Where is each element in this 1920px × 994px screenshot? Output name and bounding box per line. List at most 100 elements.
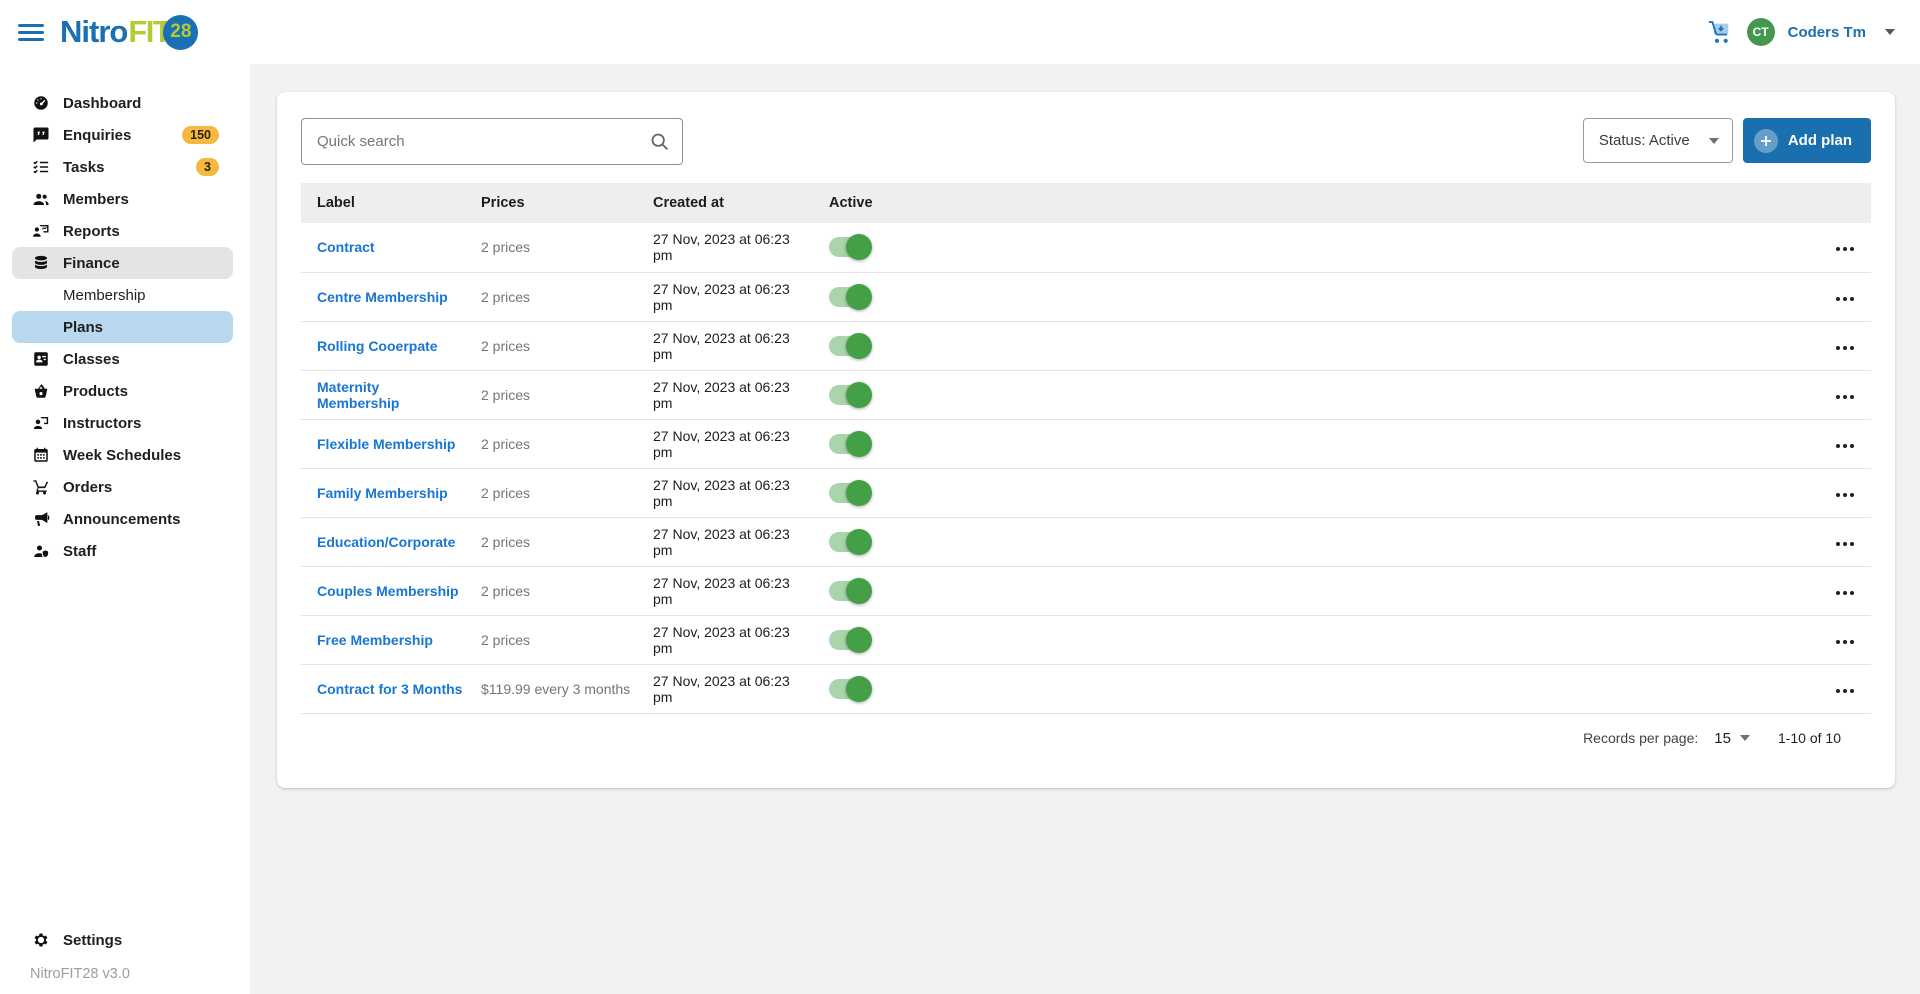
sidebar-item-plans[interactable]: Plans — [12, 311, 233, 343]
row-actions-menu-icon[interactable] — [1833, 481, 1857, 505]
members-icon — [32, 190, 50, 208]
sidebar-item-tasks[interactable]: Tasks 3 — [12, 151, 233, 183]
app-version: NitroFIT28 v3.0 — [0, 956, 250, 984]
table-row: Education/Corporate 2 prices 27 Nov, 202… — [301, 517, 1871, 566]
menu-icon[interactable] — [18, 19, 44, 45]
sidebar-item-label: Reports — [63, 223, 120, 240]
plan-created-at: 27 Nov, 2023 at 06:23 pm — [653, 575, 790, 607]
plan-link[interactable]: Maternity Membership — [317, 379, 399, 411]
status-filter-value: Status: Active — [1599, 132, 1690, 149]
row-actions-menu-icon[interactable] — [1833, 285, 1857, 309]
sidebar-item-finance[interactable]: Finance — [12, 247, 233, 279]
sidebar-item-week-schedules[interactable]: Week Schedules — [12, 439, 233, 471]
column-header-label: Label — [301, 183, 465, 223]
pagination-range: 1-10 of 10 — [1778, 730, 1841, 746]
plan-link[interactable]: Couples Membership — [317, 583, 459, 599]
active-toggle[interactable] — [829, 284, 872, 310]
row-actions-menu-icon[interactable] — [1833, 677, 1857, 701]
row-actions-menu-icon[interactable] — [1833, 235, 1857, 259]
row-actions-menu-icon[interactable] — [1833, 334, 1857, 358]
active-toggle[interactable] — [829, 529, 872, 555]
dashboard-icon — [32, 94, 50, 112]
row-actions-menu-icon[interactable] — [1833, 530, 1857, 554]
active-toggle[interactable] — [829, 627, 872, 653]
plan-prices: 2 prices — [481, 436, 530, 452]
plan-link[interactable]: Contract for 3 Months — [317, 681, 462, 697]
tasks-count-badge: 3 — [196, 158, 219, 177]
chevron-down-icon — [1740, 735, 1750, 741]
sidebar-item-orders[interactable]: Orders — [12, 471, 233, 503]
sidebar-item-announcements[interactable]: Announcements — [12, 503, 233, 535]
plan-created-at: 27 Nov, 2023 at 06:23 pm — [653, 330, 790, 362]
app-logo: NitroFIT28 — [60, 14, 198, 50]
gear-icon — [32, 931, 50, 949]
classes-icon — [32, 350, 50, 368]
cart-download-icon[interactable] — [1707, 19, 1734, 46]
table-row: Rolling Cooerpate 2 prices 27 Nov, 2023 … — [301, 321, 1871, 370]
sidebar-item-reports[interactable]: Reports — [12, 215, 233, 247]
plan-link[interactable]: Flexible Membership — [317, 436, 455, 452]
user-name[interactable]: Coders Tm — [1788, 24, 1866, 41]
table-header-row: Label Prices Created at Active — [301, 183, 1871, 223]
row-actions-menu-icon[interactable] — [1833, 628, 1857, 652]
logo-nitro: Nitro — [60, 14, 127, 50]
active-toggle[interactable] — [829, 676, 872, 702]
plan-prices: 2 prices — [481, 632, 530, 648]
active-toggle[interactable] — [829, 234, 872, 260]
sidebar-item-dashboard[interactable]: Dashboard — [12, 87, 233, 119]
sidebar-item-label: Dashboard — [63, 95, 141, 112]
chevron-down-icon — [1709, 138, 1719, 144]
table-row: Family Membership 2 prices 27 Nov, 2023 … — [301, 468, 1871, 517]
active-toggle[interactable] — [829, 333, 872, 359]
row-actions-menu-icon[interactable] — [1833, 432, 1857, 456]
sidebar-item-label: Products — [63, 383, 128, 400]
plus-icon — [1754, 129, 1778, 153]
sidebar-item-instructors[interactable]: Instructors — [12, 407, 233, 439]
plan-prices: 2 prices — [481, 289, 530, 305]
status-filter-select[interactable]: Status: Active — [1583, 118, 1733, 163]
sidebar-item-classes[interactable]: Classes — [12, 343, 233, 375]
sidebar-item-products[interactable]: Products — [12, 375, 233, 407]
sidebar: Dashboard Enquiries 150 Tasks 3 Members … — [0, 64, 250, 994]
sidebar-item-settings[interactable]: Settings — [12, 924, 233, 956]
plan-prices: $119.99 every 3 months — [481, 681, 630, 697]
active-toggle[interactable] — [829, 431, 872, 457]
plan-link[interactable]: Centre Membership — [317, 289, 448, 305]
sidebar-item-staff[interactable]: Staff — [12, 535, 233, 567]
plan-link[interactable]: Education/Corporate — [317, 534, 455, 550]
plan-link[interactable]: Free Membership — [317, 632, 433, 648]
user-menu-chevron-down-icon[interactable] — [1885, 29, 1895, 35]
sidebar-item-members[interactable]: Members — [12, 183, 233, 215]
chat-icon — [32, 126, 50, 144]
user-avatar[interactable]: CT — [1747, 18, 1775, 46]
plan-created-at: 27 Nov, 2023 at 06:23 pm — [653, 526, 790, 558]
plan-prices: 2 prices — [481, 534, 530, 550]
records-per-page-select[interactable]: 15 — [1714, 730, 1750, 747]
row-actions-menu-icon[interactable] — [1833, 579, 1857, 603]
enquiries-count-badge: 150 — [182, 126, 219, 145]
plans-table: Label Prices Created at Active Contract … — [301, 183, 1871, 714]
plan-prices: 2 prices — [481, 338, 530, 354]
add-plan-button[interactable]: Add plan — [1743, 118, 1871, 163]
sidebar-item-label: Orders — [63, 479, 112, 496]
sidebar-item-label: Tasks — [63, 159, 104, 176]
plan-link[interactable]: Contract — [317, 239, 375, 255]
plan-link[interactable]: Family Membership — [317, 485, 448, 501]
sidebar-item-label: Finance — [63, 255, 120, 272]
main-content: Status: Active Add plan Label Prices Cre — [250, 64, 1920, 994]
active-toggle[interactable] — [829, 382, 872, 408]
row-actions-menu-icon[interactable] — [1833, 383, 1857, 407]
table-row: Free Membership 2 prices 27 Nov, 2023 at… — [301, 615, 1871, 664]
active-toggle[interactable] — [829, 578, 872, 604]
active-toggle[interactable] — [829, 480, 872, 506]
finance-coins-icon — [32, 254, 50, 272]
sidebar-item-membership[interactable]: Membership — [12, 279, 233, 311]
search-input[interactable] — [301, 118, 683, 165]
sidebar-item-enquiries[interactable]: Enquiries 150 — [12, 119, 233, 151]
table-row: Couples Membership 2 prices 27 Nov, 2023… — [301, 566, 1871, 615]
plan-created-at: 27 Nov, 2023 at 06:23 pm — [653, 231, 790, 263]
column-header-created-at: Created at — [637, 183, 813, 223]
instructors-icon — [32, 414, 50, 432]
table-row: Contract 2 prices 27 Nov, 2023 at 06:23 … — [301, 223, 1871, 272]
plan-link[interactable]: Rolling Cooerpate — [317, 338, 438, 354]
